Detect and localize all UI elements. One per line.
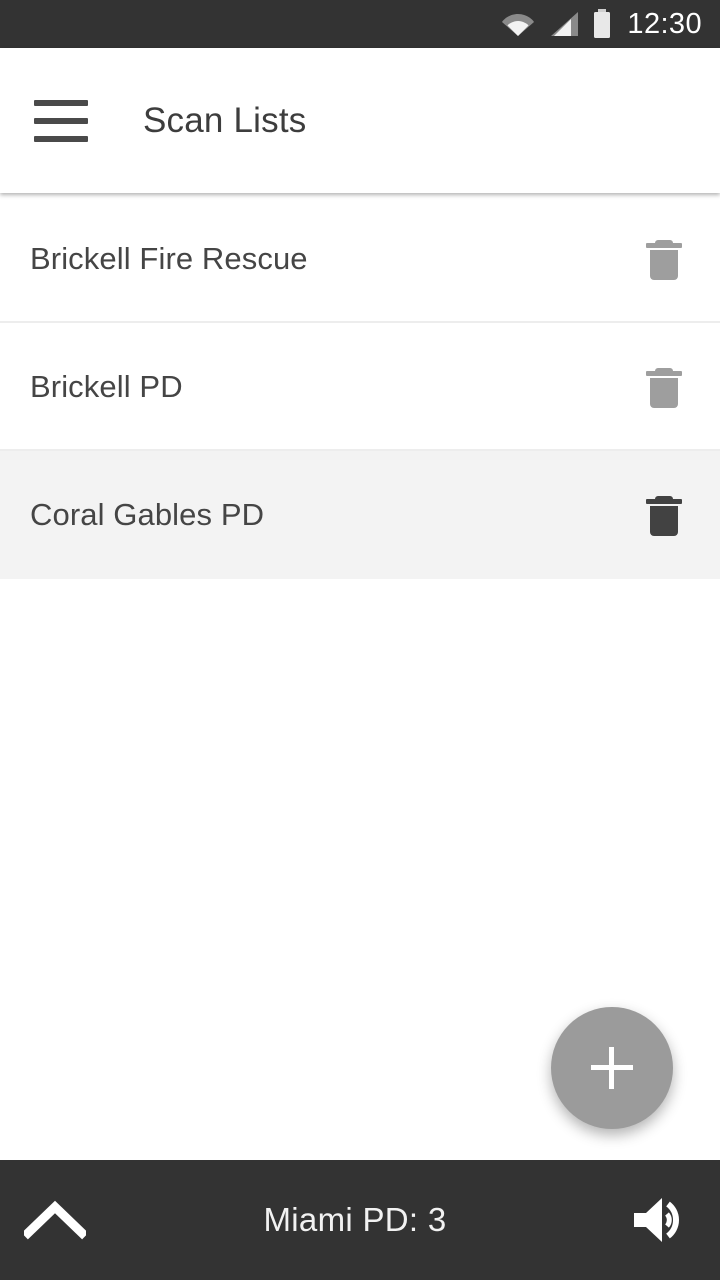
list-item[interactable]: Brickell Fire Rescue	[0, 195, 720, 323]
volume-button[interactable]	[600, 1160, 720, 1280]
trash-icon[interactable]	[636, 359, 692, 415]
list-item[interactable]: Coral Gables PD	[0, 451, 720, 579]
wifi-icon	[501, 11, 535, 37]
expand-player-button[interactable]	[0, 1160, 110, 1280]
page-title: Scan Lists	[143, 100, 307, 140]
scan-lists-list: Brickell Fire Rescue Brickell PD Coral G…	[0, 195, 720, 579]
battery-icon	[593, 9, 611, 39]
add-scan-list-button[interactable]	[551, 1007, 673, 1129]
hamburger-menu-icon[interactable]	[34, 99, 88, 142]
status-bar-clock: 12:30	[627, 7, 702, 40]
plus-icon	[591, 1047, 633, 1089]
list-item-label: Brickell PD	[30, 369, 183, 404]
list-item-label: Brickell Fire Rescue	[30, 241, 308, 276]
app-bar: Scan Lists	[0, 48, 720, 193]
speaker-volume-icon	[630, 1194, 690, 1246]
trash-icon[interactable]	[636, 487, 692, 543]
hamburger-bar-1	[34, 99, 88, 106]
list-item-label: Coral Gables PD	[30, 497, 265, 532]
list-item[interactable]: Brickell PD	[0, 323, 720, 451]
status-bar-icons	[501, 9, 611, 39]
chevron-up-icon	[24, 1200, 86, 1240]
status-bar: 12:30	[0, 0, 720, 48]
now-playing-label: Miami PD: 3	[263, 1201, 447, 1238]
bottom-player-bar: Miami PD: 3	[0, 1160, 720, 1280]
hamburger-bar-2	[34, 117, 88, 124]
hamburger-bar-3	[34, 135, 88, 142]
cellular-signal-icon	[549, 11, 579, 37]
trash-icon[interactable]	[636, 231, 692, 287]
